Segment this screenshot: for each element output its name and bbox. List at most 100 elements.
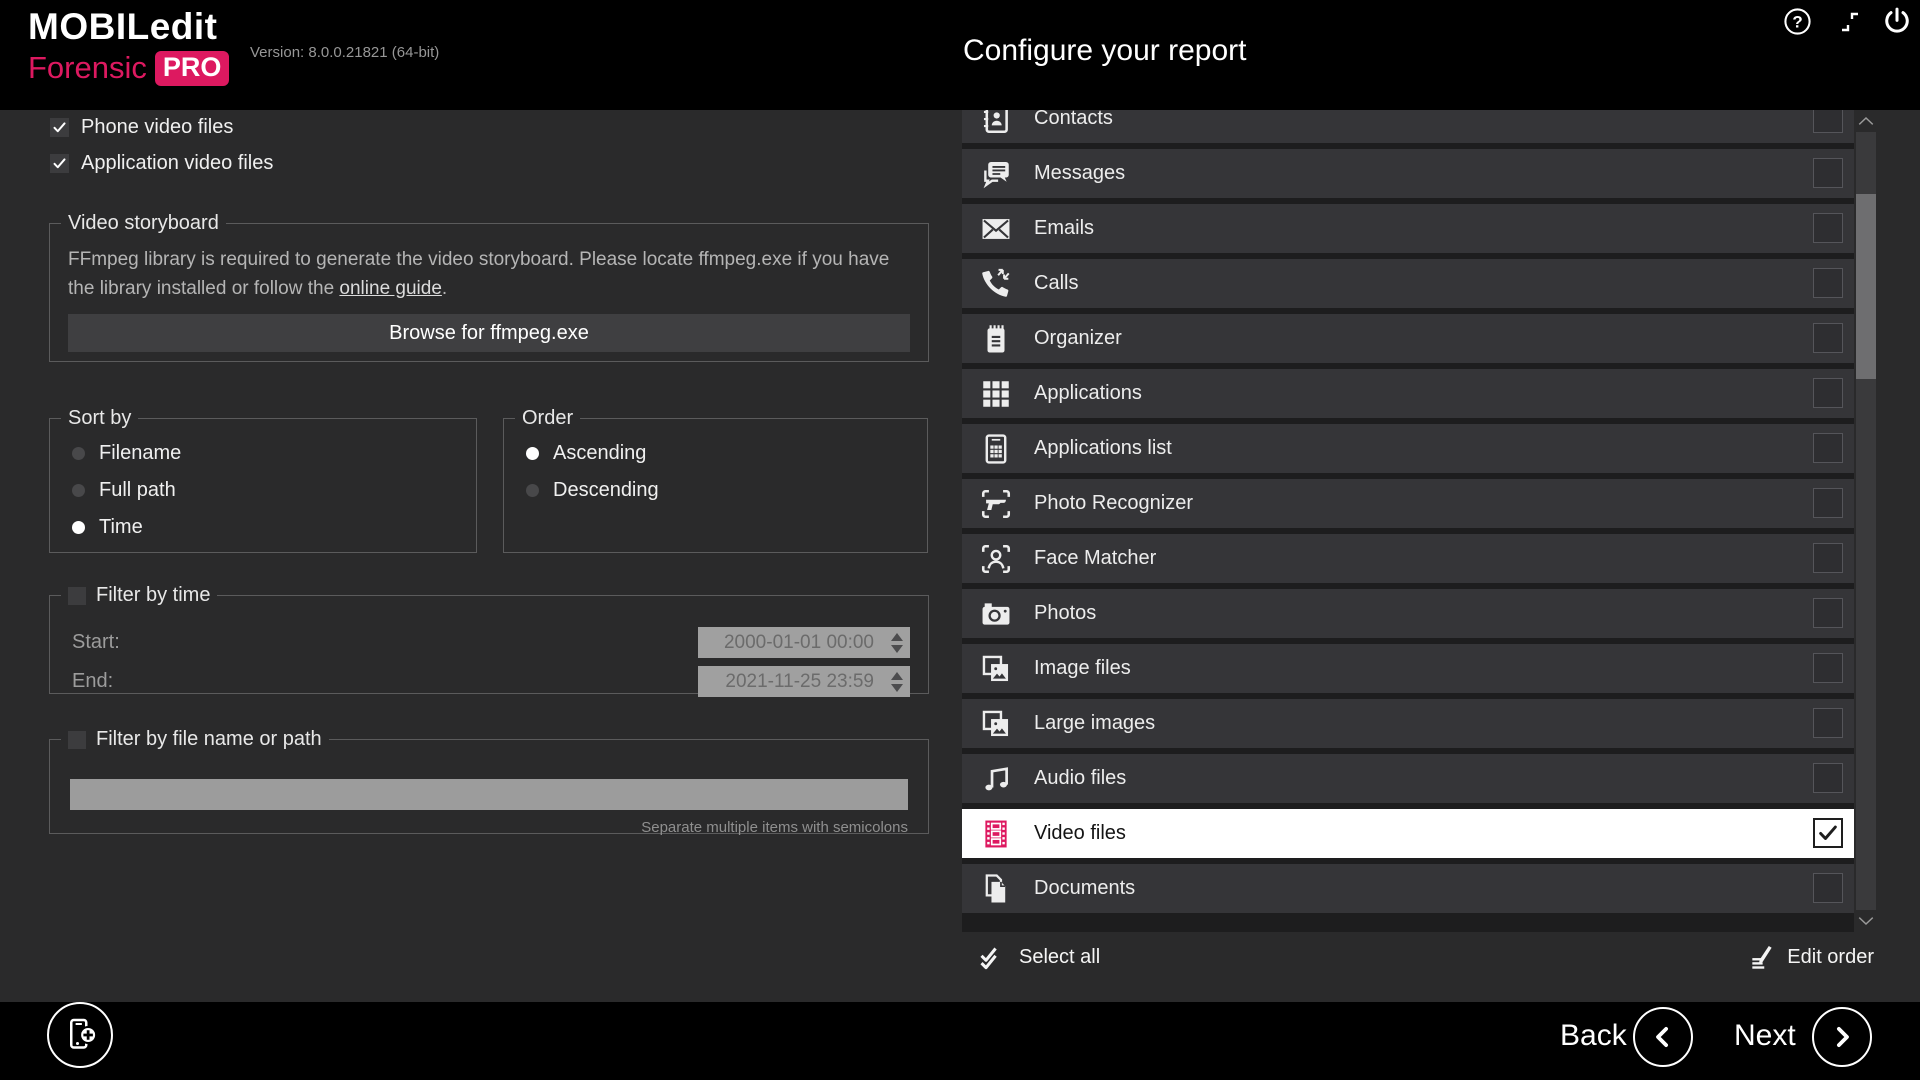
radio-option[interactable]: Filename: [72, 442, 476, 465]
list-scrollbar[interactable]: [1856, 112, 1876, 930]
report-item-row[interactable]: Applications: [962, 369, 1854, 418]
checkbox[interactable]: [50, 118, 69, 137]
select-all-button[interactable]: Select all: [977, 944, 1100, 971]
filter-name-hint: Separate multiple items with semicolons: [641, 819, 908, 836]
filter-by-name-group: Filter by file name or path Separate mul…: [49, 728, 929, 834]
report-item-row[interactable]: Photos: [962, 589, 1854, 638]
filter-by-name-checkbox[interactable]: [68, 731, 86, 749]
applications-icon: [979, 377, 1013, 411]
report-item-checkbox[interactable]: [1813, 268, 1843, 298]
edit-order-button[interactable]: Edit order: [1748, 944, 1874, 970]
help-icon[interactable]: ?: [1783, 7, 1812, 36]
face-matcher-icon: [979, 542, 1013, 576]
report-item-checkbox[interactable]: [1813, 653, 1843, 683]
radio-button[interactable]: [72, 447, 85, 460]
radio-label: Time: [99, 516, 143, 539]
back-button[interactable]: [1633, 1007, 1693, 1067]
scrollbar-thumb[interactable]: [1856, 194, 1876, 379]
messages-icon: [979, 157, 1013, 191]
start-label: Start:: [72, 631, 120, 654]
radio-option[interactable]: Full path: [72, 479, 476, 502]
report-item-checkbox[interactable]: [1813, 158, 1843, 188]
end-datetime-stepper[interactable]: [891, 666, 903, 697]
back-button-label[interactable]: Back: [1560, 1019, 1627, 1053]
edit-order-label: Edit order: [1787, 946, 1874, 969]
report-item-row[interactable]: Contacts: [962, 110, 1854, 143]
sort-by-legend: Sort by: [61, 407, 138, 430]
checkbox-row[interactable]: Phone video files: [50, 116, 273, 139]
filter-by-time-checkbox[interactable]: [68, 587, 86, 605]
filter-name-input[interactable]: [70, 779, 908, 810]
report-item-checkbox[interactable]: [1813, 433, 1843, 463]
checkbox-row[interactable]: Application video files: [50, 152, 273, 175]
report-item-label: Photos: [1034, 602, 1096, 625]
chevron-up-icon[interactable]: [1857, 114, 1875, 128]
report-item-row[interactable]: Emails: [962, 204, 1854, 253]
radio-button[interactable]: [526, 447, 539, 460]
report-item-row[interactable]: Audio files: [962, 754, 1854, 803]
start-datetime-field[interactable]: 2000-01-01 00:00: [698, 627, 910, 658]
online-guide-link[interactable]: online guide: [339, 278, 441, 299]
end-label: End:: [72, 670, 113, 693]
resize-window-icon[interactable]: [1838, 10, 1862, 34]
sort-by-group: Sort by Filename Full path Time: [49, 407, 477, 553]
select-all-label: Select all: [1019, 946, 1100, 969]
radio-option[interactable]: Descending: [526, 479, 927, 502]
report-item-checkbox[interactable]: [1813, 763, 1843, 793]
report-item-checkbox[interactable]: [1813, 873, 1843, 903]
report-item-label: Photo Recognizer: [1034, 492, 1193, 515]
report-item-checkbox[interactable]: [1813, 213, 1843, 243]
filter-by-time-group: Filter by time Start: 2000-01-01 00:00 E…: [49, 584, 929, 694]
report-item-label: Organizer: [1034, 327, 1122, 350]
report-item-row[interactable]: Organizer: [962, 314, 1854, 363]
order-group: Order Ascending Descending: [503, 407, 928, 553]
report-item-checkbox[interactable]: [1813, 488, 1843, 518]
checkbox[interactable]: [50, 154, 69, 173]
next-button-label[interactable]: Next: [1734, 1019, 1796, 1053]
report-item-checkbox[interactable]: [1813, 378, 1843, 408]
radio-option[interactable]: Time: [72, 516, 476, 539]
report-item-row[interactable]: Calls: [962, 259, 1854, 308]
report-item-checkbox[interactable]: [1813, 543, 1843, 573]
report-item-checkbox[interactable]: [1813, 818, 1843, 848]
report-item-checkbox[interactable]: [1813, 708, 1843, 738]
edit-order-icon: [1748, 944, 1774, 970]
checkbox-label: Application video files: [81, 152, 273, 175]
filter-by-name-label: Filter by file name or path: [96, 728, 322, 751]
report-item-checkbox[interactable]: [1813, 598, 1843, 628]
report-item-row[interactable]: Applications list: [962, 424, 1854, 473]
app-logo: MOBILedit: [28, 6, 217, 48]
radio-button[interactable]: [72, 521, 85, 534]
end-datetime-field[interactable]: 2021-11-25 23:59: [698, 666, 910, 697]
browse-ffmpeg-button[interactable]: Browse for ffmpeg.exe: [68, 314, 910, 352]
report-item-label: Applications list: [1034, 437, 1172, 460]
scrollbar-track[interactable]: [1856, 132, 1876, 910]
report-item-checkbox[interactable]: [1813, 110, 1843, 133]
report-item-checkbox[interactable]: [1813, 323, 1843, 353]
contacts-icon: [979, 110, 1013, 136]
report-item-row[interactable]: Face Matcher: [962, 534, 1854, 583]
report-item-row[interactable]: Photo Recognizer: [962, 479, 1854, 528]
end-datetime-value: 2021-11-25 23:59: [725, 671, 874, 693]
power-icon[interactable]: [1882, 6, 1912, 36]
radio-button[interactable]: [526, 484, 539, 497]
emails-icon: [979, 212, 1013, 246]
report-item-label: Documents: [1034, 877, 1135, 900]
chevron-down-icon[interactable]: [1857, 914, 1875, 928]
report-item-row[interactable]: Video files: [962, 809, 1854, 858]
report-item-row[interactable]: Large images: [962, 699, 1854, 748]
start-datetime-stepper[interactable]: [891, 627, 903, 658]
photo-recognizer-icon: [979, 487, 1013, 521]
radio-button[interactable]: [72, 484, 85, 497]
report-item-row[interactable]: Documents: [962, 864, 1854, 913]
order-options: Ascending Descending: [504, 442, 927, 502]
radio-label: Full path: [99, 479, 176, 502]
next-button[interactable]: [1812, 1007, 1872, 1067]
radio-option[interactable]: Ascending: [526, 442, 927, 465]
chevron-right-icon: [1827, 1022, 1857, 1052]
report-item-row[interactable]: Messages: [962, 149, 1854, 198]
report-item-row[interactable]: Image files: [962, 644, 1854, 693]
add-phone-icon: [60, 1015, 100, 1055]
order-legend: Order: [515, 407, 580, 430]
add-phone-button[interactable]: [47, 1002, 113, 1068]
